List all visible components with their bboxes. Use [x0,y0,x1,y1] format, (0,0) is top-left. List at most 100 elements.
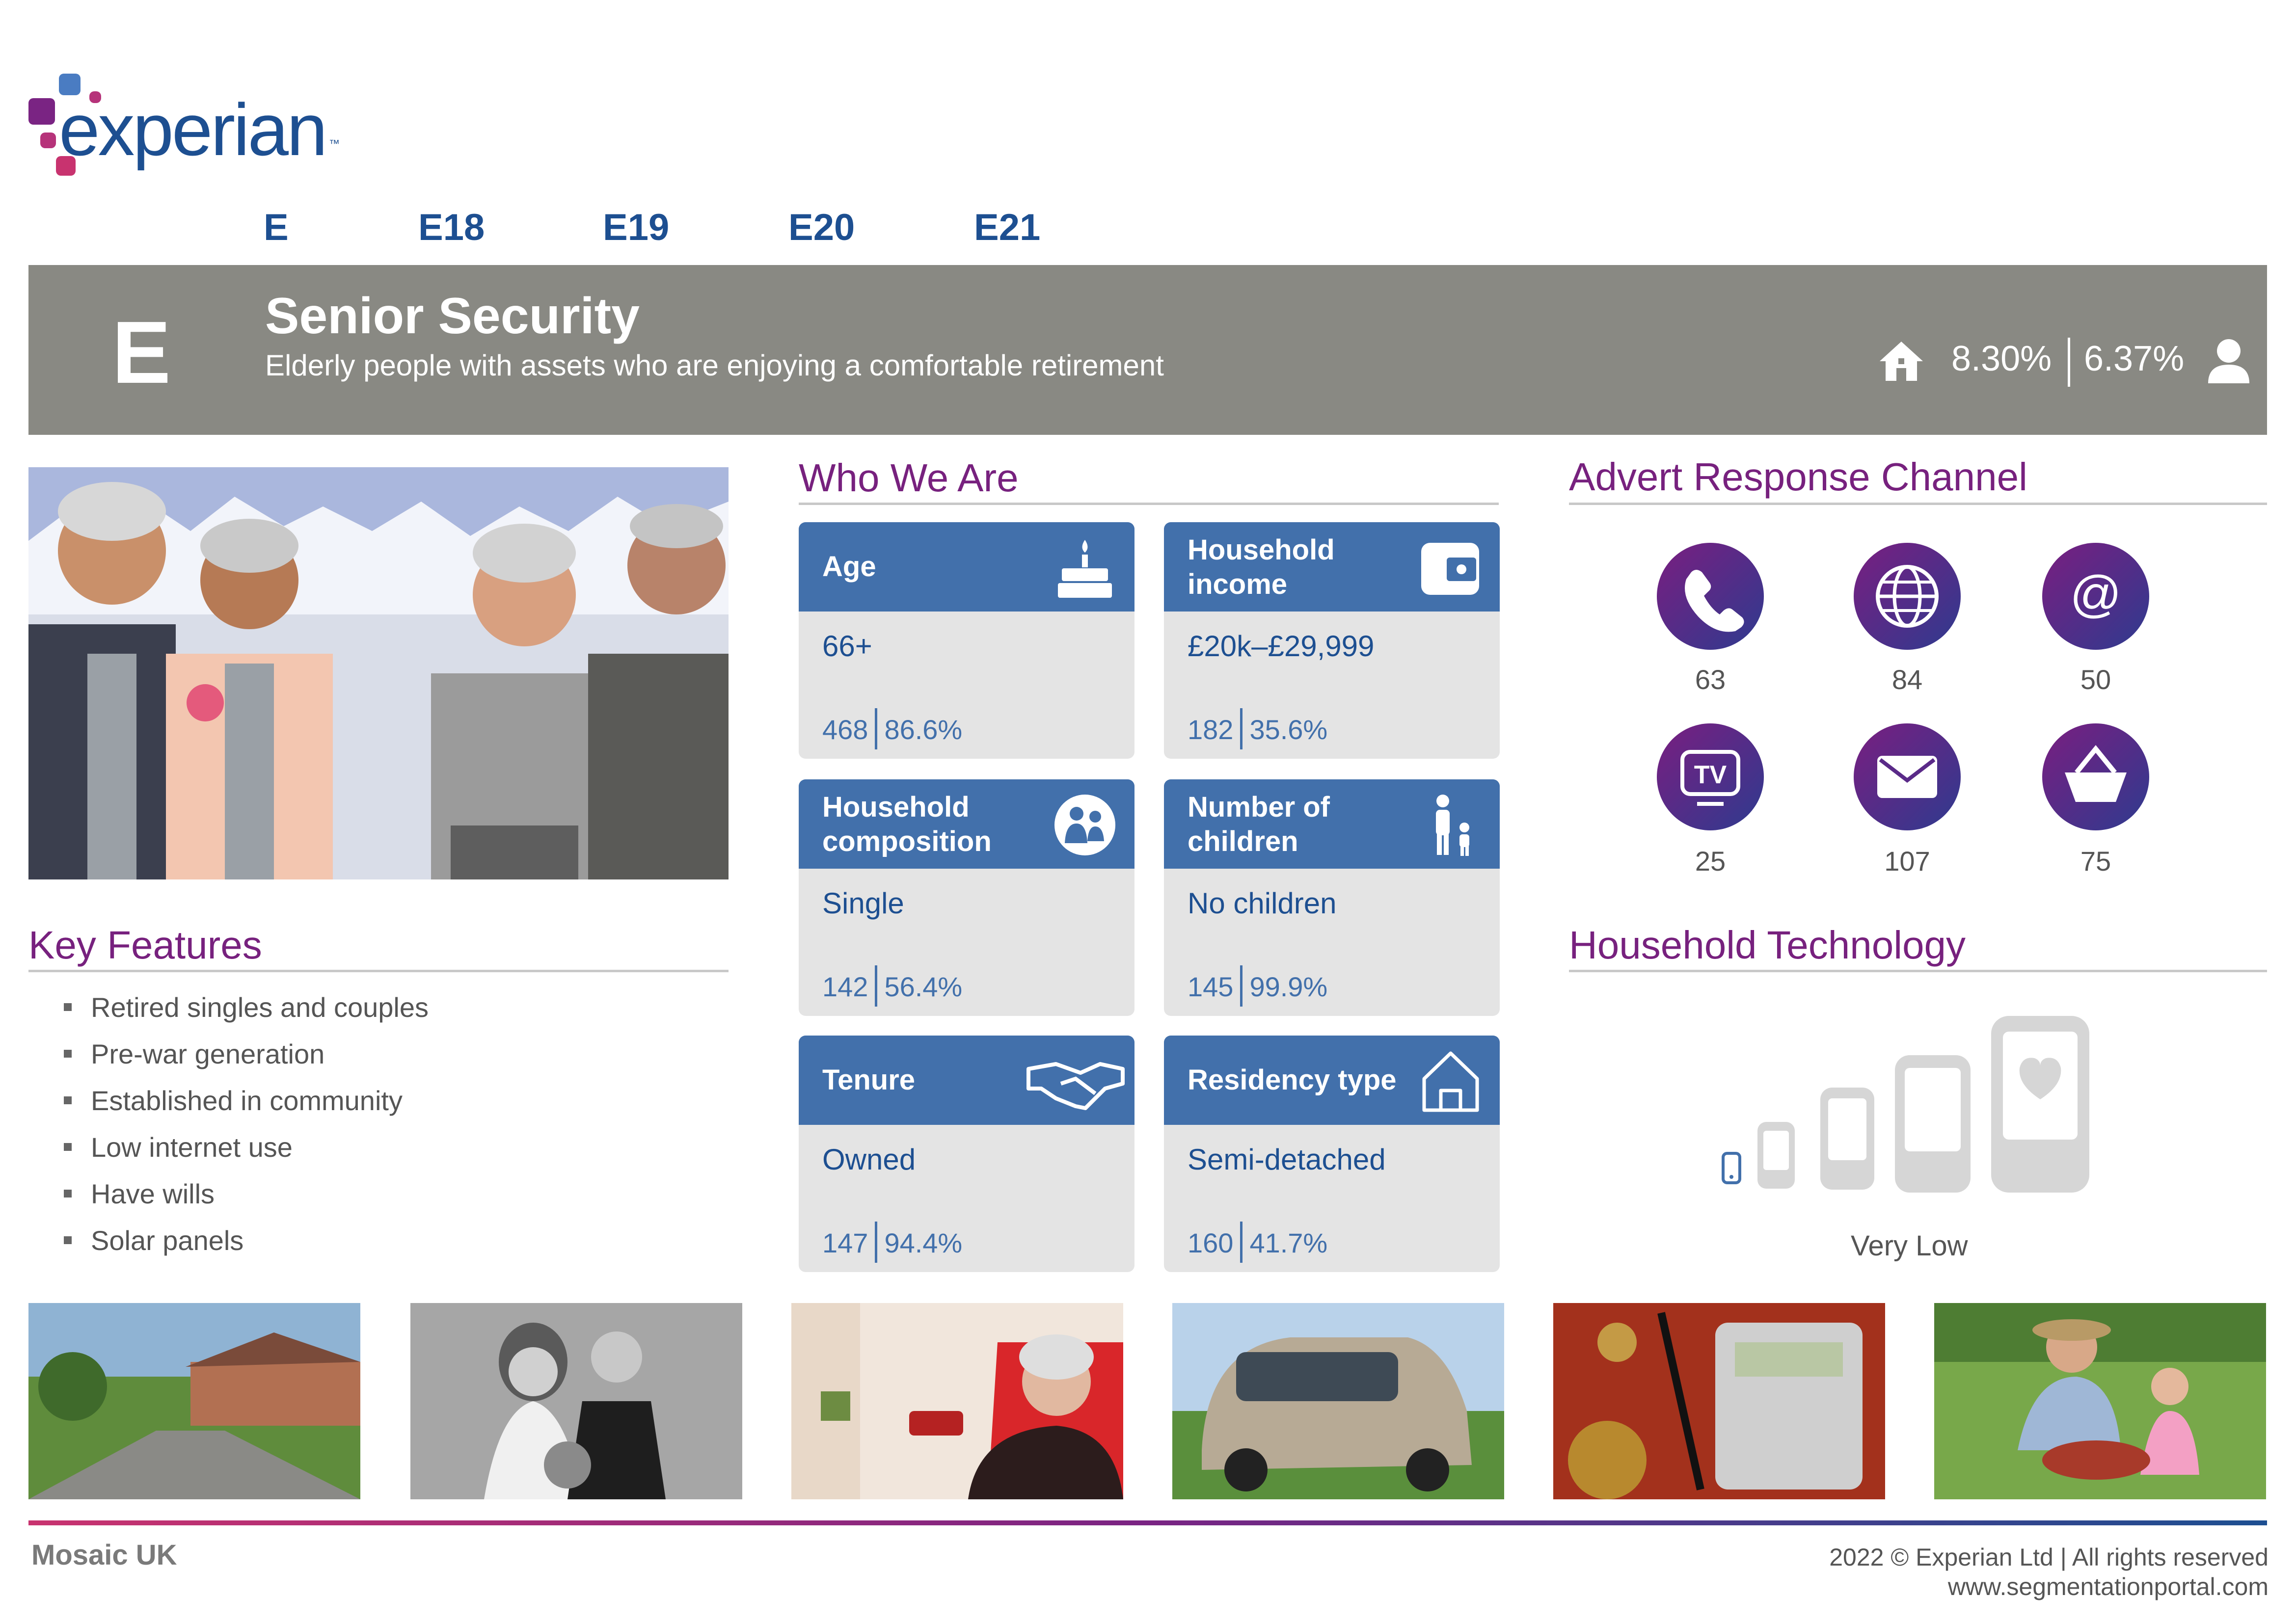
person-icon [2208,339,2249,383]
photo-woman-on-phone [791,1303,1123,1499]
handshake-icon [1026,1062,1125,1110]
logo-trademark: ™ [329,137,340,150]
key-feature-item: Retired singles and couples [64,991,429,1038]
card-percentage: 56.4% [884,971,963,1002]
card-index: 182 [1188,714,1234,745]
card-age: Age 66+ 468 86.6% [799,522,1134,759]
card-value: Owned [822,1143,916,1176]
photo-silver-car [1172,1303,1504,1499]
group-letter: E [112,303,171,402]
card-value: No children [1188,887,1337,920]
advert-channel-divider [1569,503,2267,505]
channel-web-value: 84 [1891,664,1923,695]
card-household-income: Household income £20k–£29,999 182 35.6% [1164,522,1500,759]
tab-e18[interactable]: E18 [418,206,485,249]
card-stats: 468 86.6% [822,708,963,752]
card-tenure: Tenure Owned 147 94.4% [799,1036,1134,1272]
stat-divider [2068,338,2070,387]
card-residency-type: Residency type Semi-detached 160 41.7% [1164,1036,1500,1272]
key-features-divider [28,970,729,972]
tab-e21[interactable]: E21 [974,206,1040,249]
card-index: 147 [822,1227,868,1258]
card-percentage: 86.6% [884,714,963,745]
wallet-icon [1421,543,1479,595]
card-stats: 147 94.4% [822,1222,962,1266]
hero-illustration [28,467,729,879]
card-value: Semi-detached [1188,1143,1386,1176]
key-feature-item: Pre-war generation [64,1038,429,1085]
photo-wedding-couple [410,1303,742,1499]
key-features-list: Retired singles and couples Pre-war gene… [64,991,429,1271]
envelope-icon [1877,756,1937,798]
card-value: £20k–£29,999 [1188,630,1375,663]
globe-icon [1876,565,1939,628]
household-technology-heading: Household Technology [1569,923,1966,967]
phone-icon [1685,570,1744,632]
card-title: Number of children [1188,791,1330,857]
who-we-are-heading: Who We Are [799,456,1019,500]
card-household-composition: Household composition Single 142 56.4% [799,779,1134,1016]
email-at-icon: @ [2070,566,2122,623]
key-feature-item: Have wills [64,1178,429,1224]
shopping-basket-icon [2065,745,2127,802]
family-icon [1054,795,1115,855]
who-we-are-divider [799,503,1499,505]
card-title: Residency type [1188,1064,1397,1096]
card-stats: 182 35.6% [1188,708,1328,752]
channel-email: @ [2042,543,2149,650]
footer-copyright: 2022 © Experian Ltd | All rights reserve… [1829,1543,2269,1571]
channel-shopping-value: 75 [2080,846,2111,877]
card-percentage: 99.9% [1249,971,1328,1002]
parent-child-icon [1436,795,1469,856]
house-outline-icon [1422,1051,1479,1112]
photo-calculator-coins [1553,1303,1885,1499]
channel-direct-mail-value: 107 [1884,846,1930,877]
experian-logo: experian ™ [28,74,352,182]
channel-tv: TV [1657,723,1764,830]
card-index: 468 [822,714,868,745]
footer-copyright-block: 2022 © Experian Ltd | All rights reserve… [1829,1543,2269,1601]
house-icon [1880,342,1923,381]
card-stats: 160 41.7% [1188,1222,1328,1266]
card-stats: 142 56.4% [822,965,963,1010]
card-number-of-children: Number of children No children 145 99.9% [1164,779,1500,1016]
tab-e20[interactable]: E20 [788,206,855,249]
key-feature-item: Low internet use [64,1131,429,1178]
card-index: 142 [822,971,868,1002]
footer-url[interactable]: www.segmentationportal.com [1829,1572,2269,1601]
key-features-heading: Key Features [28,923,262,967]
photo-suburban-street [28,1303,360,1499]
channel-email-value: 50 [2080,664,2111,695]
group-subtitle: Elderly people with assets who are enjoy… [265,349,1164,382]
card-percentage: 35.6% [1249,714,1328,745]
person-percentage: 6.37% [2084,339,2185,378]
advert-channel-heading: Advert Response Channel [1569,455,2027,499]
card-percentage: 41.7% [1249,1227,1328,1258]
household-technology-divider [1569,970,2267,972]
card-title: Household composition [822,791,992,857]
footer-gradient-line [28,1520,2267,1525]
card-index: 160 [1188,1227,1234,1258]
card-index: 145 [1188,971,1234,1002]
tv-icon: TV [1680,750,1740,806]
key-feature-item: Established in community [64,1085,429,1131]
key-feature-item: Solar panels [64,1224,429,1271]
card-title: Household income [1188,534,1335,600]
photo-grandparent-gardening [1934,1303,2266,1499]
channel-phone [1657,543,1764,650]
birthday-cake-icon [1058,540,1112,598]
household-percentage: 8.30% [1951,339,2052,378]
tab-e19[interactable]: E19 [603,206,669,249]
group-title: Senior Security [265,288,640,345]
technology-level-label: Very Low [1851,1230,1968,1262]
channel-web [1854,543,1961,650]
logo-wordmark: experian [59,88,327,171]
channel-shopping [2042,723,2149,830]
card-stats: 145 99.9% [1188,965,1328,1010]
channel-phone-value: 63 [1695,664,1726,695]
technology-level-graphic [1722,1016,2089,1193]
tab-e[interactable]: E [264,206,289,249]
channel-tv-value: 25 [1695,846,1726,877]
card-value: Single [822,887,904,920]
channel-direct-mail [1854,723,1961,830]
